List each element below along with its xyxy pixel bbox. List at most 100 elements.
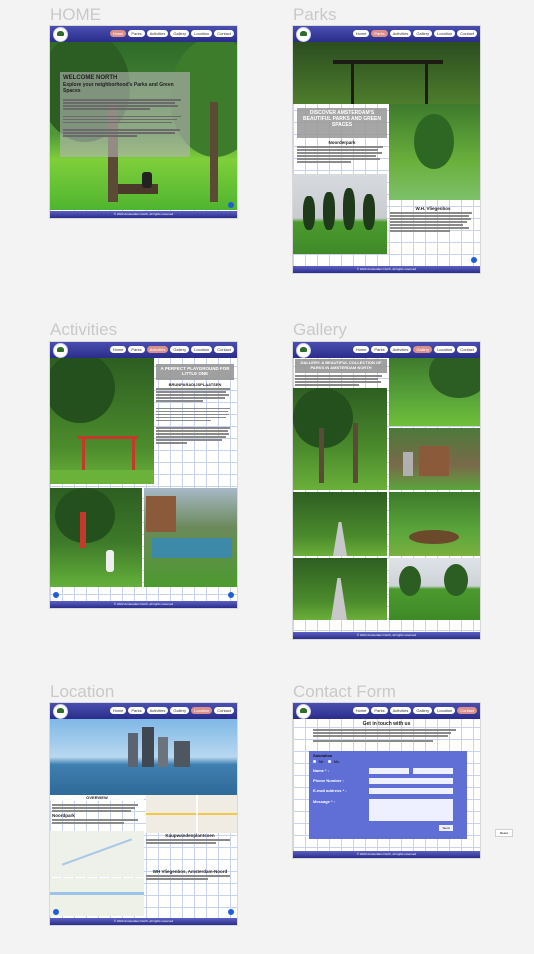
nav-contact[interactable]: Contact [214,707,234,714]
nav-links: Home Parks Activities Gallery Location C… [109,346,234,353]
nav-links: Home Parks Activities Gallery Location C… [109,707,234,714]
logo[interactable] [296,704,311,719]
first-name-input[interactable] [369,768,409,774]
overview-panel: OVERVIEW [50,795,144,801]
scroll-up-left[interactable] [53,592,59,598]
nav-gallery[interactable]: Gallery [413,30,433,37]
logo[interactable] [53,704,68,719]
nav-contact[interactable]: Contact [457,30,477,37]
nav-gallery[interactable]: Gallery [413,707,433,714]
navbar: Home Parks Activities Gallery Location C… [293,703,480,719]
nav-parks[interactable]: Parks [128,707,145,714]
map-2[interactable] [50,831,144,877]
logo[interactable] [53,27,68,42]
scroll-top-button[interactable] [228,592,234,598]
activities-title: A PERFECT PLAYGROUND FOR LITTLE ONE [160,366,230,376]
nav-home[interactable]: Home [352,30,370,37]
nav-location[interactable]: Location [191,707,213,714]
location-banner-title: OVERVIEW [86,795,108,800]
footer: © 2023 Amsterdam North, all rights reser… [293,266,480,273]
nav-activities[interactable]: Activities [146,30,169,37]
gallery-image-4 [293,492,387,556]
scroll-up-left[interactable] [53,909,59,915]
nav-location[interactable]: Location [191,30,213,37]
contact-title: Get in touch with us [362,721,411,727]
nav-home[interactable]: Home [352,346,370,353]
gallery-title: GALLERY: A BEAUTIFUL COLLECTION OF PARKS… [300,360,382,370]
nav-contact[interactable]: Contact [457,707,477,714]
nav-home[interactable]: Home [109,346,127,353]
nav-home[interactable]: Home [109,30,127,37]
nav-home[interactable]: Home [352,707,370,714]
gallery-intro [295,374,387,387]
radio-ms[interactable] [327,760,331,763]
contact-form: Salutation Mr. Ms. Name * : Phone Number… [309,751,467,839]
nav-contact[interactable]: Contact [214,30,234,37]
gallery-title-panel: GALLERY: A BEAUTIFUL COLLECTION OF PARKS… [295,359,387,373]
parks-title: DISCOVER AMSTERDAM'S BEAUTIFUL PARKS AND… [303,110,381,128]
map-3[interactable] [50,878,144,916]
name-label: Name * : [313,768,330,773]
navbar: Home Parks Activities Gallery Location C… [50,703,237,719]
nav-activities[interactable]: Activities [389,707,412,714]
radio-ms-label: Ms. [333,759,341,764]
nav-gallery[interactable]: Gallery [170,346,190,353]
nav-links: Home Parks Activities Gallery Location C… [352,346,477,353]
nav-parks[interactable]: Parks [128,30,145,37]
nav-location[interactable]: Location [191,346,213,353]
email-label: E-mail address * : [313,788,347,793]
message-label: Message * : [313,799,336,804]
navbar: Home Parks Activities Gallery Location C… [293,26,480,42]
park1-text: Noorderpark [297,140,387,164]
activities-text: BRUNPARADIJSPLAATSEN [156,382,234,445]
location1-name: Noordpark [52,813,75,818]
nav-contact[interactable]: Contact [457,346,477,353]
nav-location[interactable]: Location [434,707,456,714]
footer: © 2023 Amsterdam North, all rights reser… [293,632,480,639]
map-1[interactable] [146,795,237,833]
logo[interactable] [296,343,311,358]
last-name-input[interactable] [413,768,453,774]
scroll-top-button[interactable] [228,909,234,915]
nav-parks[interactable]: Parks [371,707,388,714]
nav-links: Home Parks Activities Gallery Location C… [352,707,477,714]
reset-button[interactable]: Reset [495,829,513,837]
nav-parks[interactable]: Parks [128,346,145,353]
nav-activities[interactable]: Activities [389,30,412,37]
email-input[interactable] [369,788,453,794]
phone-input[interactable] [369,778,453,784]
park-image-pond [389,104,480,200]
logo[interactable] [53,343,68,358]
contact-frame: Home Parks Activities Gallery Location C… [293,703,480,858]
park2-name: W.H. Vliegenbos [415,206,451,211]
message-textarea[interactable] [369,799,453,821]
scroll-top-button[interactable] [228,202,234,208]
home-subtitle: Explore your neighborhood's Parks and Gr… [63,82,174,94]
nav-contact[interactable]: Contact [214,346,234,353]
activity-image-court [144,488,237,587]
home-title: WELCOME NORTH [63,75,118,81]
nav-activities[interactable]: Activities [146,346,169,353]
nav-activities[interactable]: Activities [146,707,169,714]
nav-gallery[interactable]: Gallery [413,346,433,353]
nav-location[interactable]: Location [434,30,456,37]
nav-gallery[interactable]: Gallery [170,30,190,37]
nav-parks[interactable]: Parks [371,346,388,353]
gallery-image-3 [389,428,480,490]
send-button[interactable]: Send [439,825,453,831]
nav-home[interactable]: Home [109,707,127,714]
nav-gallery[interactable]: Gallery [170,707,190,714]
logo[interactable] [296,27,311,42]
home-frame: Home Parks Activities Gallery Location C… [50,26,237,218]
phone-label: Phone Number : [313,778,344,783]
parks-hero-image [293,42,480,104]
salutation-options: Mr. Ms. [313,759,340,764]
nav-links: Home Parks Activities Gallery Location C… [109,30,234,37]
activity-image-kids [50,488,142,587]
radio-mr[interactable] [313,760,316,763]
scroll-top-button[interactable] [471,257,477,263]
footer: © 2023 Amsterdam North, all rights reser… [293,851,480,858]
nav-activities[interactable]: Activities [389,346,412,353]
nav-parks[interactable]: Parks [371,30,388,37]
nav-location[interactable]: Location [434,346,456,353]
